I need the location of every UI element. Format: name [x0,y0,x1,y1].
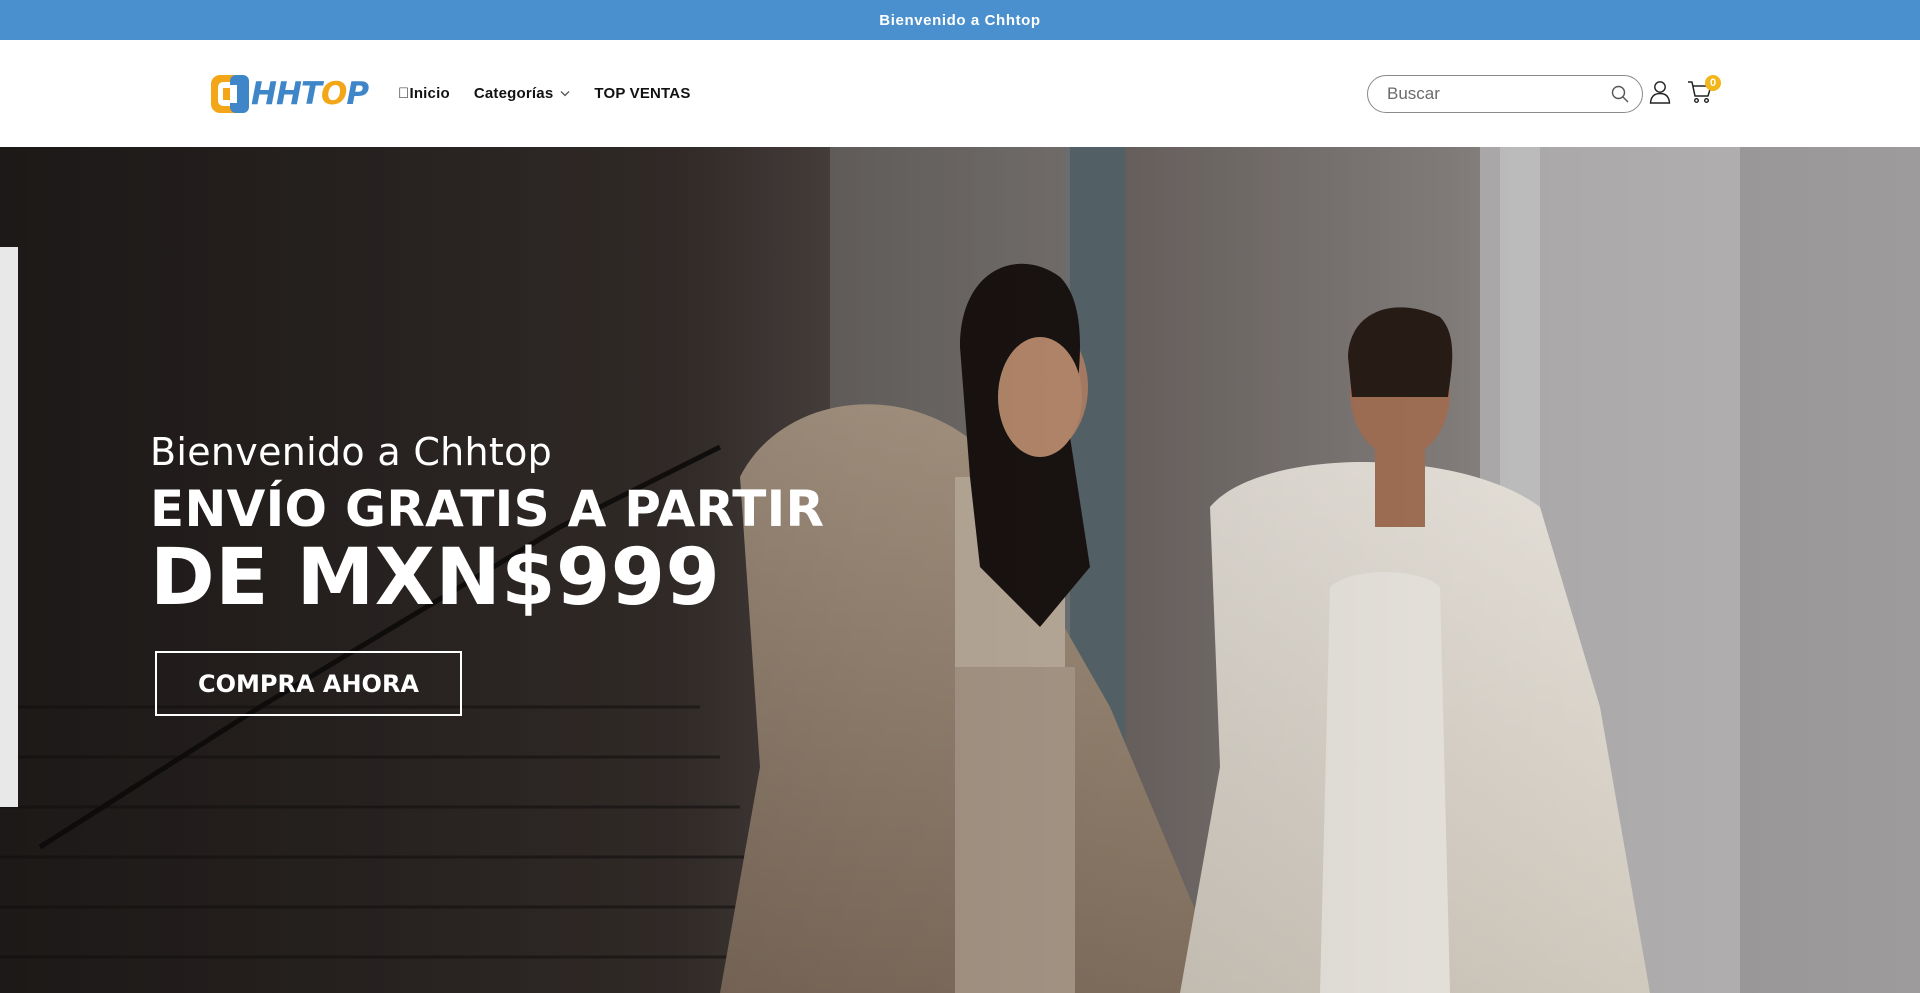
nav-item-label:  Inicio [398,84,450,102]
logo-mark-icon [210,73,250,115]
nav-item-top-ventas[interactable]: TOP VENTAS [594,85,690,102]
search-box[interactable] [1367,75,1643,113]
logo-text: HHTOP [251,76,369,112]
shop-now-button[interactable]: COMPRA AHORA [155,651,462,716]
chevron-down-icon [560,90,570,97]
search-input[interactable] [1387,84,1610,104]
nav-item-inicio[interactable]:  Inicio [398,85,450,102]
site-header: HHTOP  Inicio Categorías TOP VENTAS 0 [0,40,1920,147]
brand-logo[interactable]: HHTOP [210,73,369,115]
nav-item-categorias[interactable]: Categorías [474,85,571,102]
hero-subtitle: Bienvenido a Chhtop [150,430,553,474]
announcement-text: Bienvenido a Chhtop [879,11,1041,29]
hero-banner: Bienvenido a Chhtop ENVÍO GRATIS A PARTI… [0,147,1920,993]
cart-count-badge: 0 [1705,75,1721,91]
hero-title-line-2: DE MXN$999 [150,533,721,623]
hero-title-line-1: ENVÍO GRATIS A PARTIR [150,480,825,538]
hero-text-block: Bienvenido a Chhtop ENVÍO GRATIS A PARTI… [150,430,824,619]
announcement-bar: Bienvenido a Chhtop [0,0,1920,40]
nav-item-label: TOP VENTAS [594,84,691,102]
user-icon [1649,80,1671,109]
account-button[interactable] [1647,80,1673,109]
nav-item-label: Categorías [473,84,554,102]
search-icon[interactable] [1610,84,1630,104]
main-nav:  Inicio Categorías TOP VENTAS [398,80,715,106]
